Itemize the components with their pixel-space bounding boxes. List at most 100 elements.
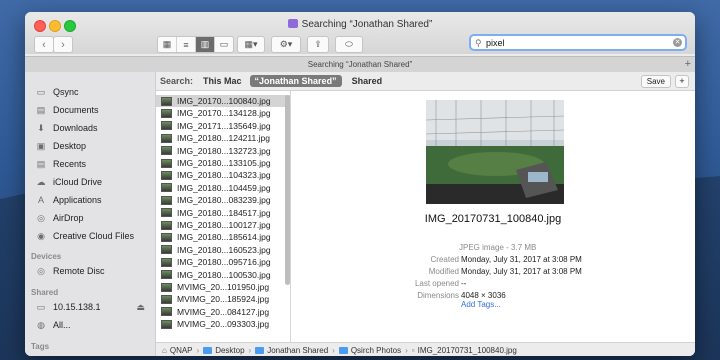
icon-view-button[interactable]: ▦ bbox=[158, 37, 177, 52]
add-tags-link[interactable]: Add Tags... bbox=[461, 300, 501, 309]
file-row[interactable]: IMG_20180...100530.jpg bbox=[156, 269, 290, 281]
preview-image bbox=[426, 100, 564, 204]
sidebar-item-remote-disc[interactable]: ◎ Remote Disc bbox=[35, 263, 105, 279]
file-row[interactable]: IMG_20180...100127.jpg bbox=[156, 219, 290, 231]
file-row[interactable]: IMG_20170...100840.jpg bbox=[156, 95, 290, 107]
file-row[interactable]: MVIMG_20...084127.jpg bbox=[156, 306, 290, 318]
sidebar-item-qsync[interactable]: ▭ Qsync bbox=[35, 84, 79, 100]
path-separator-icon: › bbox=[405, 345, 408, 355]
path-label: QNAP bbox=[169, 345, 193, 355]
file-row[interactable]: IMG_20180...083239.jpg bbox=[156, 194, 290, 206]
file-row[interactable]: IMG_20180...132723.jpg bbox=[156, 145, 290, 157]
file-row[interactable]: IMG_20180...104459.jpg bbox=[156, 182, 290, 194]
sidebar-item-recents[interactable]: ▤ Recents bbox=[35, 156, 86, 172]
meta-value: Monday, July 31, 2017 at 3:08 PM bbox=[461, 255, 582, 264]
file-row[interactable]: IMG_20171...135649.jpg bbox=[156, 120, 290, 132]
search-scope-bar: Search: This Mac “Jonathan Shared” Share… bbox=[156, 72, 695, 91]
path-separator-icon: › bbox=[332, 345, 335, 355]
clear-search-icon[interactable]: ✕ bbox=[673, 38, 682, 47]
gallery-view-button[interactable]: ▭ bbox=[215, 37, 233, 52]
sidebar-item-label: Qsync bbox=[53, 87, 79, 97]
file-name: IMG_20180...132723.jpg bbox=[177, 145, 271, 156]
sidebar-item-label: Remote Disc bbox=[53, 266, 105, 276]
list-view-button[interactable]: ≡ bbox=[177, 37, 196, 52]
search-field[interactable]: ⚲ pixel ✕ bbox=[469, 34, 687, 51]
path-item[interactable]: ▫ IMG_20170731_100840.jpg bbox=[412, 346, 517, 355]
file-name: IMG_20180...100127.jpg bbox=[177, 220, 271, 230]
image-thumbnail-icon bbox=[161, 96, 172, 106]
sidebar-item-airdrop[interactable]: ◎ AirDrop bbox=[35, 210, 84, 226]
path-separator-icon: › bbox=[248, 345, 252, 355]
image-thumbnail-icon bbox=[161, 270, 172, 280]
file-row[interactable]: IMG_20170...134128.jpg bbox=[156, 107, 290, 119]
file-row[interactable]: IMG_20180...184517.jpg bbox=[156, 207, 290, 219]
file-row[interactable]: IMG_20180...185614.jpg bbox=[156, 231, 290, 243]
path-item[interactable]: Desktop bbox=[203, 345, 245, 355]
share-button[interactable]: ⇪ bbox=[307, 36, 329, 53]
group-icon: ▦▾ bbox=[244, 39, 258, 49]
image-thumbnail-icon bbox=[161, 195, 172, 205]
meta-label: Modified bbox=[428, 267, 459, 276]
sidebar-item-icloud-drive[interactable]: ☁ iCloud Drive bbox=[35, 174, 103, 190]
preview-filename: IMG_20170731_100840.jpg bbox=[424, 213, 562, 225]
forward-button[interactable]: › bbox=[53, 36, 73, 53]
window-title: Searching “Jonathan Shared” bbox=[301, 19, 433, 30]
group-by-button[interactable]: ▦▾ bbox=[237, 36, 265, 53]
eject-icon[interactable]: ⏏ bbox=[136, 302, 145, 313]
tab-title[interactable]: Searching “Jonathan Shared” bbox=[308, 60, 413, 69]
meta-value: -- bbox=[461, 279, 467, 288]
creative-cloud-icon: ◉ bbox=[37, 230, 45, 241]
add-criteria-button[interactable]: + bbox=[675, 75, 689, 88]
image-thumbnail-icon bbox=[161, 208, 172, 218]
path-item[interactable]: ⌂ QNAP bbox=[162, 346, 193, 355]
gear-icon: ⚙▾ bbox=[279, 39, 293, 49]
file-row[interactable]: IMG_20180...104323.jpg bbox=[156, 169, 290, 181]
sidebar-item-documents[interactable]: ▤ Documents bbox=[35, 102, 99, 118]
scope-shared[interactable]: Shared bbox=[352, 76, 383, 86]
image-thumbnail-icon bbox=[161, 170, 172, 180]
cloud-icon: ☁ bbox=[36, 176, 46, 187]
preview-file-type: JPEG image - 3.7 MB bbox=[459, 243, 537, 252]
sidebar-item-creative-cloud-files[interactable]: ◉ Creative Cloud Files bbox=[35, 228, 134, 244]
sidebar-item-applications[interactable]: A Applications bbox=[35, 192, 102, 208]
sidebar-item-all[interactable]: ◍ All... bbox=[35, 317, 70, 333]
file-name: MVIMG_20...084127.jpg bbox=[177, 306, 270, 317]
path-item[interactable]: Qsirch Photos bbox=[338, 346, 401, 355]
search-folder-icon bbox=[287, 19, 298, 28]
scope-this-mac[interactable]: This Mac bbox=[203, 76, 242, 86]
sidebar-item-server[interactable]: ▭ 10.15.138.1 ⏏ bbox=[35, 299, 145, 315]
meta-created: Created Monday, July 31, 2017 at 3:08 PM bbox=[291, 255, 695, 267]
file-name: IMG_20180...160523.jpg bbox=[177, 244, 271, 255]
action-menu-button[interactable]: ⚙▾ bbox=[271, 36, 301, 53]
scope-current-folder[interactable]: “Jonathan Shared” bbox=[249, 75, 342, 87]
chevron-left-icon: ‹ bbox=[42, 38, 46, 51]
search-input[interactable]: pixel bbox=[486, 38, 505, 48]
sidebar-item-label: AirDrop bbox=[53, 213, 84, 223]
path-item[interactable]: Jonathan Shared bbox=[255, 346, 328, 355]
back-button[interactable]: ‹ bbox=[34, 36, 54, 53]
file-row[interactable]: IMG_20180...160523.jpg bbox=[156, 244, 290, 256]
file-list-scrollbar[interactable] bbox=[285, 95, 290, 285]
file-row[interactable]: MVIMG_20...101950.jpg bbox=[156, 281, 290, 293]
finder-window: Searching “Jonathan Shared” ‹ › ▦ ≡ ▥ ▭ … bbox=[25, 12, 695, 356]
tags-button[interactable]: ⬭ bbox=[335, 36, 363, 53]
image-thumbnail-icon bbox=[161, 121, 172, 131]
file-row[interactable]: IMG_20180...124211.jpg bbox=[156, 132, 290, 144]
file-row[interactable]: IMG_20180...095716.jpg bbox=[156, 256, 290, 268]
save-search-button[interactable]: Save bbox=[640, 75, 671, 88]
file-row[interactable]: MVIMG_20...093303.jpg bbox=[156, 318, 290, 330]
sidebar-item-downloads[interactable]: ⬇ Downloads bbox=[35, 120, 97, 136]
path-label: Desktop bbox=[215, 345, 245, 355]
window-title-container: Searching “Jonathan Shared” bbox=[25, 19, 695, 30]
meta-label: Created bbox=[430, 255, 459, 264]
file-name: IMG_20180...083239.jpg bbox=[177, 195, 271, 206]
search-icon: ⚲ bbox=[475, 38, 482, 48]
folder-icon bbox=[255, 346, 265, 354]
scope-label: Search: bbox=[160, 76, 194, 86]
folder-icon bbox=[203, 346, 213, 354]
file-row[interactable]: MVIMG_20...185924.jpg bbox=[156, 293, 290, 305]
column-view-button[interactable]: ▥ bbox=[196, 37, 215, 52]
file-row[interactable]: IMG_20180...133105.jpg bbox=[156, 157, 290, 169]
new-tab-button[interactable]: + bbox=[685, 57, 691, 72]
sidebar-item-desktop[interactable]: ▣ Desktop bbox=[35, 138, 86, 154]
